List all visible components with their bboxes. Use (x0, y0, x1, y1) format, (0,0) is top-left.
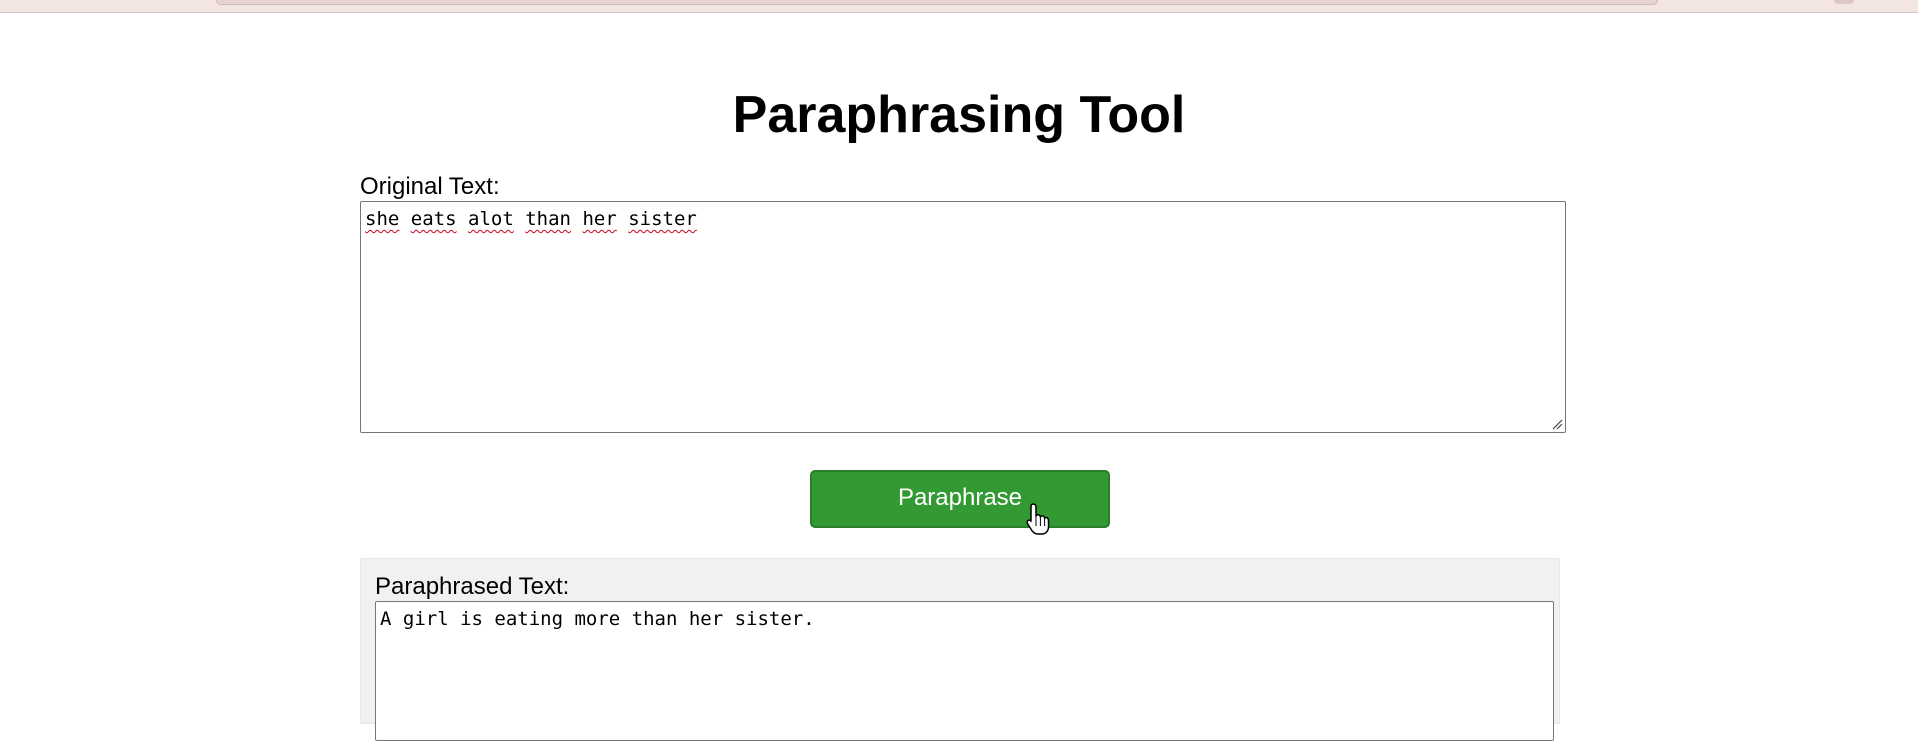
page-title: Paraphrasing Tool (732, 86, 1186, 144)
paraphrased-text-output[interactable]: A girl is eating more than her sister. (375, 601, 1554, 741)
address-bar-edge[interactable] (216, 0, 1658, 5)
browser-chrome-strip (0, 0, 1918, 13)
browser-button-edge[interactable] (1834, 0, 1854, 4)
word-2: eats (410, 208, 457, 230)
original-text-input[interactable]: she eats alot than her sister (360, 201, 1566, 433)
word-5: her (582, 208, 617, 230)
paraphrase-button[interactable]: Paraphrase (810, 470, 1110, 528)
word-4: than (525, 208, 571, 230)
hand-pointer-icon (1026, 503, 1050, 535)
word-3: alot (468, 208, 514, 230)
word-1: she (365, 208, 400, 230)
paraphrased-text-label: Paraphrased Text: (375, 573, 570, 600)
resize-grip-icon[interactable] (1551, 418, 1563, 430)
word-6: sister (628, 208, 697, 230)
original-text-label: Original Text: (360, 173, 500, 200)
